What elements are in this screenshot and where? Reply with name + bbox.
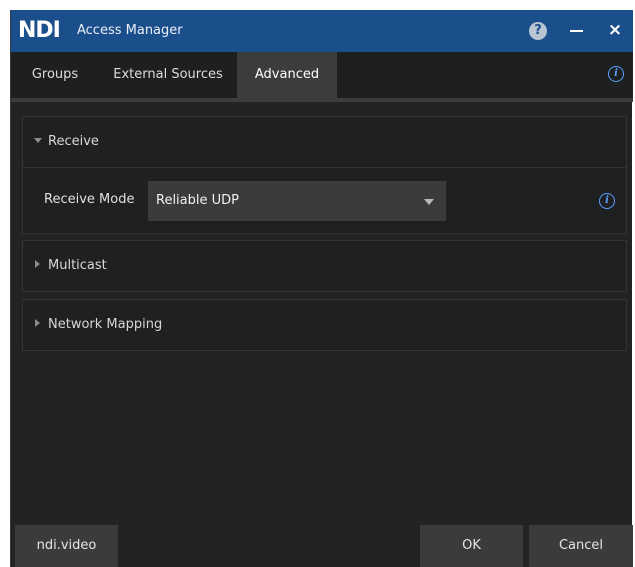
access-manager-window: NDI Access Manager ? × Groups External S…	[10, 10, 633, 567]
ndi-video-link-button[interactable]: ndi.video	[15, 525, 118, 567]
minimize-icon[interactable]	[567, 20, 587, 42]
multicast-section-header[interactable]: Multicast	[23, 241, 626, 291]
title-bar: NDI Access Manager ? ×	[11, 10, 633, 52]
network-mapping-section-header[interactable]: Network Mapping	[23, 300, 626, 350]
app-title: Access Manager	[77, 23, 183, 38]
receive-mode-value: Reliable UDP	[156, 193, 239, 208]
caret-right-icon	[35, 319, 40, 327]
receive-section-title: Receive	[48, 134, 99, 149]
receive-mode-info-icon[interactable]: i	[599, 193, 615, 209]
ok-button[interactable]: OK	[420, 525, 523, 567]
info-icon[interactable]: i	[608, 66, 624, 82]
close-icon[interactable]: ×	[605, 19, 625, 41]
multicast-section[interactable]: Multicast	[22, 240, 627, 292]
tab-external-sources[interactable]: External Sources	[99, 52, 237, 98]
ndi-logo: NDI	[18, 18, 61, 43]
caret-right-icon	[35, 260, 40, 268]
network-mapping-section-title: Network Mapping	[48, 317, 163, 332]
tab-bar: Groups External Sources Advanced i	[11, 52, 633, 98]
caret-down-icon	[34, 138, 42, 143]
tab-groups[interactable]: Groups	[11, 52, 99, 98]
receive-section-header[interactable]: Receive	[23, 117, 626, 167]
tab-underline	[11, 98, 633, 102]
network-mapping-section[interactable]: Network Mapping	[22, 299, 627, 351]
dropdown-arrow-icon	[424, 199, 434, 205]
multicast-section-title: Multicast	[48, 258, 107, 273]
receive-section: Receive Receive Mode Reliable UDP i	[22, 116, 627, 234]
receive-mode-label: Receive Mode	[44, 192, 135, 207]
help-icon[interactable]: ?	[529, 22, 547, 40]
tab-advanced[interactable]: Advanced	[237, 52, 337, 98]
footer-bar: ndi.video OK Cancel	[11, 525, 633, 567]
receive-section-body: Receive Mode Reliable UDP i	[23, 167, 626, 234]
cancel-button[interactable]: Cancel	[529, 525, 633, 567]
receive-mode-select[interactable]: Reliable UDP	[148, 181, 446, 221]
